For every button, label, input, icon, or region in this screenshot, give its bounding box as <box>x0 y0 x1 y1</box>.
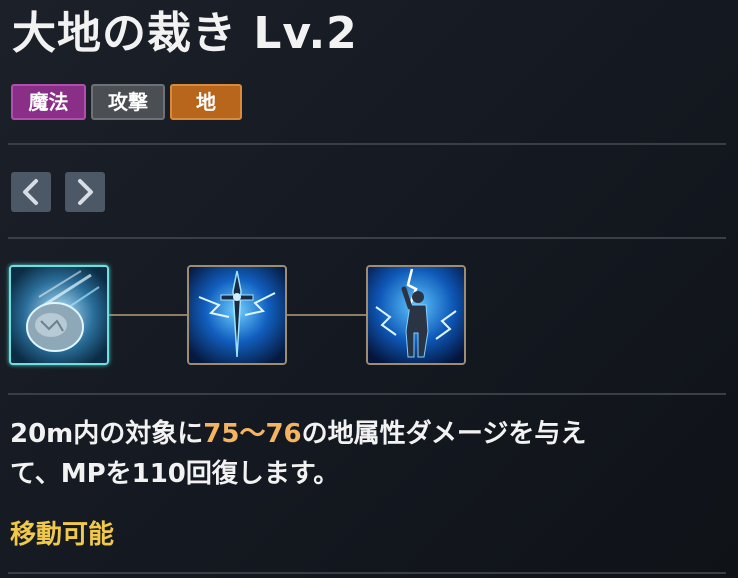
skill-title: 大地の裁き Lv.2 <box>12 8 358 59</box>
description-text: 20m内の対象に <box>10 419 204 449</box>
skill-slot-2[interactable] <box>187 265 287 365</box>
skill-description: 20m内の対象に75〜76の地属性ダメージを与え て、MPを110回復します。 <box>10 414 710 494</box>
movable-note: 移動可能 <box>10 520 115 550</box>
lightning-sword-icon <box>189 267 285 363</box>
lightning-warrior-icon <box>368 267 464 363</box>
skill-chain-connector <box>287 314 366 316</box>
skill-slot-1[interactable] <box>9 265 109 365</box>
skill-chain-connector <box>109 314 187 316</box>
next-button[interactable] <box>65 172 105 212</box>
tag-attack: 攻撃 <box>91 84 165 120</box>
chevron-right-icon <box>78 179 93 205</box>
skill-tags: 魔法 攻撃 地 <box>11 84 242 120</box>
divider <box>8 237 726 239</box>
tag-magic: 魔法 <box>11 84 86 120</box>
divider <box>8 393 726 395</box>
description-text: の地属性ダメージを与え <box>301 419 587 449</box>
description-text: て、MPを110回復します。 <box>10 459 340 489</box>
prev-button[interactable] <box>11 172 51 212</box>
skill-slot-3[interactable] <box>366 265 466 365</box>
chevron-left-icon <box>23 179 38 205</box>
divider <box>8 143 726 145</box>
meteor-rock-icon <box>11 267 107 363</box>
damage-value: 75〜76 <box>203 419 302 449</box>
tag-earth: 地 <box>170 84 242 120</box>
divider <box>8 572 726 574</box>
